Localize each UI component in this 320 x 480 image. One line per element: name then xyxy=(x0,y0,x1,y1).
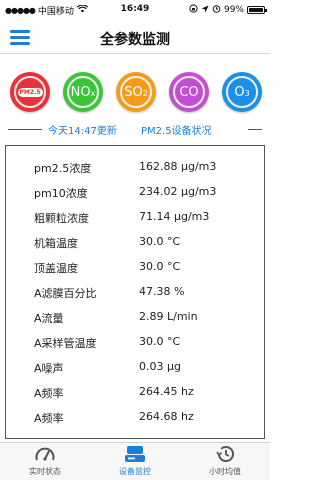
tab-label: 设备监控 xyxy=(119,467,151,476)
row-label: 机箱温度 xyxy=(34,237,78,250)
nox-subscript: x xyxy=(90,88,96,98)
nox-label: NO xyxy=(70,84,91,100)
table-row: A频率 264.45 hz xyxy=(6,381,264,405)
nox-button[interactable]: NOx xyxy=(63,72,103,112)
co-button[interactable]: CO xyxy=(169,72,209,112)
row-label: 粗颗粒浓度 xyxy=(34,212,89,225)
o3-button[interactable]: O3 xyxy=(222,72,262,112)
alarm-icon xyxy=(212,4,221,16)
row-value: 0.03 μg xyxy=(139,360,181,373)
row-label: A噪声 xyxy=(34,362,64,375)
pollutant-selector: PM2.5 NOx SO2 CO O3 xyxy=(10,72,262,114)
row-label: A频率 xyxy=(34,387,64,400)
table-row: 顶盖温度 30.0 °C xyxy=(6,256,264,280)
table-row: A滤膜百分比 47.38 % xyxy=(6,281,264,305)
battery-percent: 99% xyxy=(223,5,244,15)
row-label: pm10浓度 xyxy=(34,187,88,200)
location-icon xyxy=(201,5,209,16)
tab-device-monitor[interactable]: 设备监控 xyxy=(90,443,180,480)
tab-label: 小时均值 xyxy=(209,467,241,476)
table-row: 机箱温度 30.0 °C xyxy=(6,231,264,255)
row-label: A流量 xyxy=(34,312,64,325)
gauge-icon xyxy=(34,445,56,463)
so2-subscript: 2 xyxy=(142,88,148,98)
so2-button[interactable]: SO2 xyxy=(116,72,156,112)
table-row: 粗颗粒浓度 71.14 μg/m3 xyxy=(6,206,264,230)
divider-left xyxy=(8,129,42,130)
tab-realtime[interactable]: 实时状态 xyxy=(0,443,90,480)
tab-bar: 实时状态 设备监控 小时均值 xyxy=(0,442,270,480)
o3-subscript: 3 xyxy=(244,88,250,98)
so2-label: SO xyxy=(124,84,143,100)
page-title: 全参数监测 xyxy=(100,32,170,48)
row-value: 264.45 hz xyxy=(139,385,194,398)
row-label: 顶盖温度 xyxy=(34,262,78,275)
tab-label: 实时状态 xyxy=(29,467,61,476)
table-row: pm2.5浓度 162.88 μg/m3 xyxy=(6,156,264,180)
table-row: A噪声 0.03 μg xyxy=(6,356,264,380)
row-value: 71.14 μg/m3 xyxy=(139,210,210,223)
o3-label: O xyxy=(234,84,245,100)
row-value: 47.38 % xyxy=(139,285,185,298)
row-value: 30.0 °C xyxy=(139,260,181,273)
table-row: A流量 2.89 L/min xyxy=(6,306,264,330)
nav-bar: 全参数监测 xyxy=(0,20,270,54)
table-row: pm10浓度 234.02 μg/m3 xyxy=(6,181,264,205)
pm25-label: PM2.5 xyxy=(17,87,43,97)
co-label: CO xyxy=(179,84,199,100)
row-label: pm2.5浓度 xyxy=(34,162,92,175)
device-data-table: pm2.5浓度 162.88 μg/m3 pm10浓度 234.02 μg/m3… xyxy=(5,145,265,439)
history-icon xyxy=(214,445,236,463)
row-label: A滤膜百分比 xyxy=(34,287,97,300)
update-time: 今天14:47更新 xyxy=(48,126,117,137)
battery-icon xyxy=(247,6,267,14)
pm25-button[interactable]: PM2.5 xyxy=(10,72,50,112)
row-value: 30.0 °C xyxy=(139,235,181,248)
server-icon xyxy=(124,445,146,463)
row-value: 234.02 μg/m3 xyxy=(139,185,217,198)
row-value: 2.89 L/min xyxy=(139,310,198,323)
table-row: A采样管温度 30.0 °C xyxy=(6,331,264,355)
tab-hourly-average[interactable]: 小时均值 xyxy=(180,443,270,480)
device-status-title: PM2.5设备状况 xyxy=(141,126,212,137)
status-bar: ●●●●● 中国移动 16:49 99% xyxy=(0,0,270,20)
row-label: A频率 xyxy=(34,412,64,425)
row-value: 30.0 °C xyxy=(139,335,181,348)
row-label: A采样管温度 xyxy=(34,337,97,350)
table-row: A频率 264.68 hz xyxy=(6,406,264,430)
row-value: 162.88 μg/m3 xyxy=(139,160,217,173)
update-row: 今天14:47更新 PM2.5设备状况 xyxy=(0,120,270,138)
row-value: 264.68 hz xyxy=(139,410,194,423)
divider-right xyxy=(248,129,262,130)
lock-rotation-icon xyxy=(189,4,198,16)
